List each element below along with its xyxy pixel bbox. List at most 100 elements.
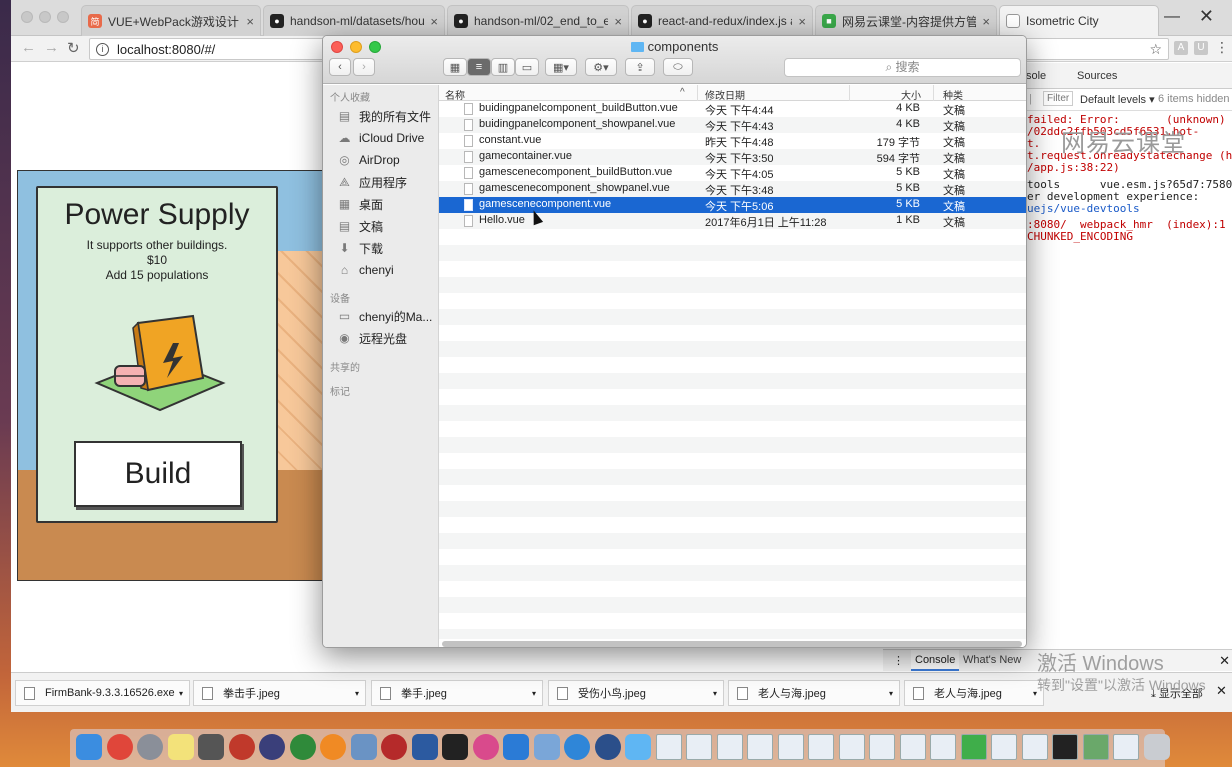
game-canvas[interactable]: Power Supply It supports other buildings… (17, 170, 327, 581)
doc-8-icon[interactable] (869, 734, 895, 760)
icon-view-button[interactable]: ▦ (443, 58, 467, 76)
browser-tab[interactable]: ● handson-ml/datasets/housi × (263, 5, 445, 36)
file-row[interactable]: gamescenecomponent_showpanel.vue 今天 下午3:4… (439, 181, 1026, 197)
drawer-menu-icon[interactable]: ⋮ (893, 654, 904, 667)
drawer-tab-console[interactable]: Console (911, 650, 960, 671)
gallery-view-button[interactable]: ▭ (515, 58, 539, 76)
sidebar-item[interactable]: ◎ AirDrop (337, 151, 399, 169)
doc-5-icon[interactable] (777, 734, 804, 760)
minimize-icon[interactable]: — (1164, 8, 1180, 26)
doc-15-icon[interactable] (1082, 734, 1109, 760)
sort-ascending-icon[interactable]: ^ (680, 87, 685, 98)
app-green-ring-icon[interactable] (289, 734, 316, 760)
folder-app-icon[interactable] (533, 734, 560, 760)
file-row[interactable]: buidingpanelcomponent_showpanel.vue 今天 下午… (439, 117, 1026, 133)
browser-tab[interactable]: 简 VUE+WebPack游戏设计：欲 × (81, 5, 261, 36)
back-icon[interactable]: ← (21, 39, 36, 56)
forward-icon[interactable]: → (44, 39, 59, 56)
tab-close-icon[interactable]: × (798, 14, 806, 29)
ibooks-icon[interactable] (320, 734, 346, 760)
folder-icon[interactable] (625, 734, 651, 760)
app-stripes-icon[interactable] (259, 734, 285, 760)
download-item[interactable]: 拳击手.jpeg ▾ (193, 680, 366, 706)
file-row[interactable]: buidingpanelcomponent_buildButton.vue 今天 … (439, 101, 1026, 117)
action-gear-button[interactable]: ⚙▾ (585, 58, 617, 76)
doc-10-icon[interactable] (930, 734, 956, 760)
drawer-close-icon[interactable]: ✕ (1219, 653, 1230, 669)
filter-input[interactable]: Filter (1043, 91, 1074, 106)
sidebar-item[interactable]: ⬇ 下载 (337, 239, 383, 257)
browser-tab-active[interactable]: Isometric City (999, 5, 1159, 36)
back-button[interactable]: ‹ (329, 58, 351, 76)
chevron-down-icon[interactable]: ▾ (179, 689, 183, 698)
tab-sources[interactable]: Sources (1077, 70, 1117, 82)
finder-icon[interactable] (76, 734, 102, 760)
windows-icon[interactable] (503, 734, 529, 760)
reload-icon[interactable]: ↻ (67, 39, 80, 57)
tab-close-icon[interactable]: × (614, 14, 622, 29)
safari-icon[interactable] (564, 734, 590, 760)
share-button[interactable]: ⇪ (625, 58, 655, 76)
browser-tab[interactable]: ● handson-ml/02_end_to_end × (447, 5, 629, 36)
list-view-button[interactable]: ≡ (467, 58, 491, 76)
doc-14-icon[interactable] (1052, 734, 1078, 760)
sidebar-item[interactable]: ▦ 桌面 (337, 195, 383, 213)
doc-13-icon[interactable] (1021, 734, 1048, 760)
itunes-icon[interactable] (472, 734, 499, 760)
launchpad-icon[interactable] (137, 734, 163, 760)
app-red-icon[interactable] (228, 734, 255, 760)
chevron-down-icon[interactable]: ▾ (889, 689, 893, 698)
sidebar-item[interactable]: ▭ chenyi的Ma... (337, 307, 433, 325)
tab-console[interactable]: sole (1026, 70, 1046, 82)
file-row[interactable]: gamescenecomponent_buildButton.vue 今天 下午4… (439, 165, 1026, 181)
doc-7-icon[interactable] (838, 734, 865, 760)
tag-button[interactable]: ⬭ (663, 58, 693, 76)
menu-icon[interactable]: ⋮ (1215, 39, 1229, 56)
doc-12-icon[interactable] (991, 734, 1017, 760)
sidebar-item[interactable]: ⌂ chenyi (337, 261, 394, 279)
chevron-down-icon[interactable]: ▾ (532, 689, 536, 698)
arrange-button[interactable]: ▦▾ (545, 58, 577, 76)
download-item[interactable]: FirmBank-9.3.3.16526.exe ▾ (15, 680, 190, 706)
sidebar-item[interactable]: ◉ 远程光盘 (337, 329, 407, 347)
doc-1-icon[interactable] (655, 734, 682, 760)
build-button[interactable]: Build (74, 441, 242, 507)
tab-close-icon[interactable]: × (430, 14, 438, 29)
download-item[interactable]: 老人与海.jpeg ▾ (728, 680, 900, 706)
tab-close-icon[interactable]: × (982, 14, 990, 29)
doc-16-icon[interactable] (1113, 734, 1139, 760)
terminal-icon[interactable] (442, 734, 468, 760)
filter-toggle-icon[interactable]: | (1029, 93, 1032, 105)
sidebar-item[interactable]: ▤ 文稿 (337, 217, 383, 235)
extension-icon[interactable]: A (1174, 41, 1188, 55)
photo-booth-icon[interactable] (381, 734, 407, 760)
browser-tab[interactable]: ■ 网易云课堂-内容提供方管理后 × (815, 5, 997, 36)
download-item[interactable]: 老人与海.jpeg ▾ (904, 680, 1044, 706)
doc-3-icon[interactable] (716, 734, 743, 760)
doc-6-icon[interactable] (808, 734, 834, 760)
sidebar-item[interactable]: ⟁ 应用程序 (337, 173, 407, 191)
column-header-kind[interactable]: 种类 (943, 87, 963, 102)
trash-icon[interactable] (1143, 734, 1170, 760)
file-row[interactable]: constant.vue 昨天 下午4:48 179 字节 文稿 (439, 133, 1026, 149)
column-header-size[interactable]: 大小 (901, 87, 921, 102)
bookmark-star-icon[interactable]: ☆ (1149, 41, 1162, 58)
extension-icon[interactable]: U (1194, 41, 1208, 55)
virtualbox-icon[interactable] (411, 734, 438, 760)
info-icon[interactable]: i (96, 42, 109, 56)
close-icon[interactable]: ✕ (1199, 6, 1214, 27)
quicktime-icon[interactable] (594, 734, 621, 760)
file-row[interactable]: gamecontainer.vue 今天 下午3:50 594 字节 文稿 (439, 149, 1026, 165)
doc-11-icon[interactable] (960, 734, 987, 760)
preview-icon[interactable] (350, 734, 377, 760)
stickies-icon[interactable] (167, 734, 194, 760)
chevron-down-icon[interactable]: ▾ (355, 689, 359, 698)
tab-close-icon[interactable]: × (246, 14, 254, 29)
levels-dropdown[interactable]: Default levels ▾ (1080, 93, 1155, 106)
drawer-tab-whatsnew[interactable]: What's New (963, 654, 1021, 666)
doc-4-icon[interactable] (747, 734, 773, 760)
forward-button[interactable]: › (353, 58, 375, 76)
chevron-down-icon[interactable]: ▾ (713, 689, 717, 698)
doc-2-icon[interactable] (686, 734, 712, 760)
column-header-date[interactable]: 修改日期 (705, 87, 745, 102)
